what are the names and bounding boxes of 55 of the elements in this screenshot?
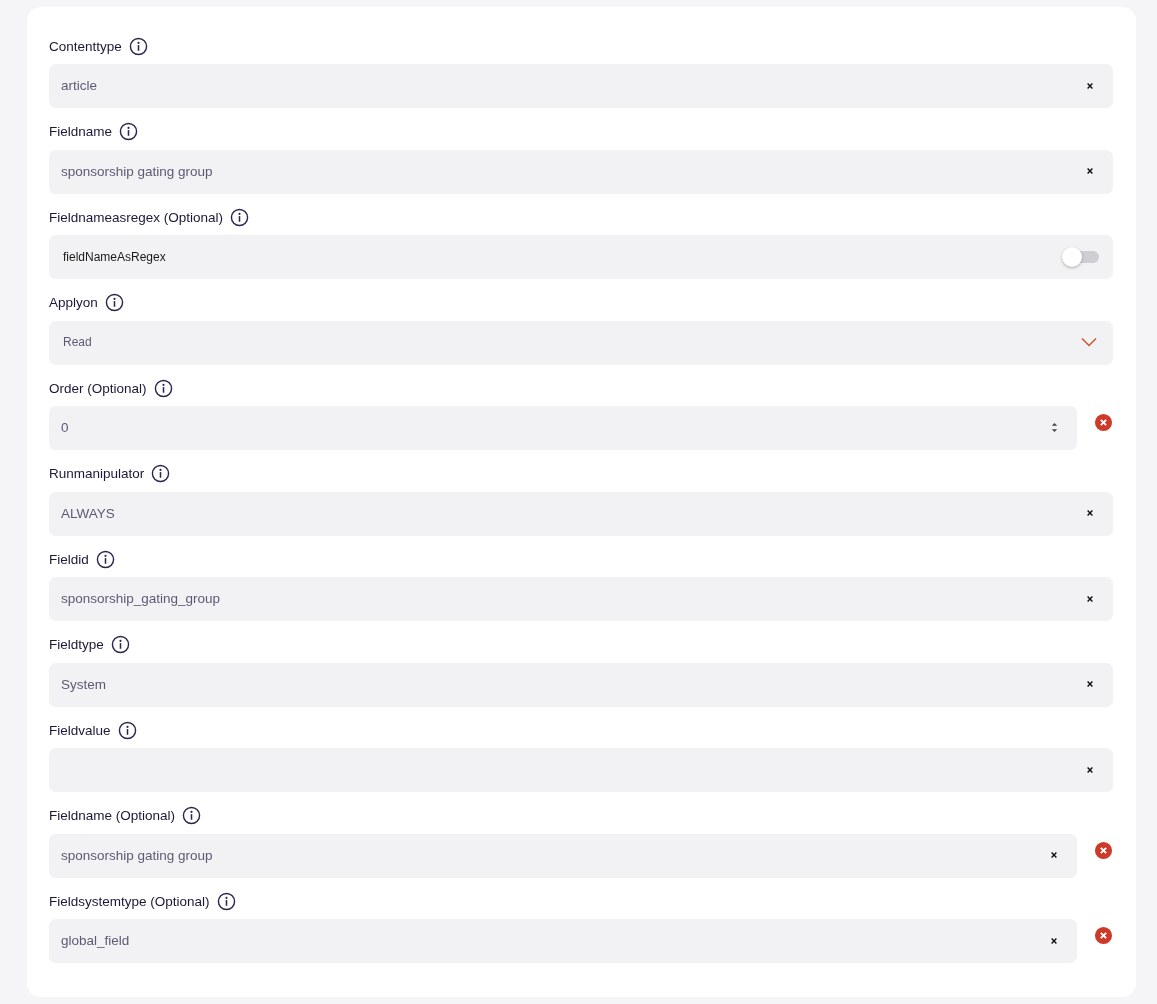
- text-field[interactable]: article: [49, 64, 1113, 107]
- field-value: article: [61, 78, 98, 93]
- field-value: 0: [61, 420, 70, 435]
- clear-icon[interactable]: [1086, 509, 1094, 517]
- info-icon[interactable]: [153, 378, 173, 398]
- field-label: Fieldnameasregex (Optional): [49, 209, 224, 225]
- number-field[interactable]: 0: [49, 406, 1077, 449]
- info-icon[interactable]: [216, 891, 236, 911]
- clear-icon[interactable]: [1086, 680, 1094, 688]
- remove-icon[interactable]: [1094, 413, 1113, 432]
- text-field[interactable]: sponsorship gating group: [49, 149, 1113, 193]
- text-field[interactable]: sponsorship gating group: [49, 833, 1077, 877]
- info-icon[interactable]: [104, 293, 124, 312]
- chevron-down-icon[interactable]: [1081, 337, 1097, 347]
- field-label: Contenttype: [49, 38, 122, 54]
- clear-icon[interactable]: [1050, 851, 1058, 859]
- info-icon[interactable]: [128, 36, 148, 56]
- toggle-label: fieldNameAsRegex: [62, 249, 167, 264]
- clear-icon[interactable]: [1086, 765, 1094, 774]
- info-icon[interactable]: [117, 720, 137, 740]
- clear-icon[interactable]: [1086, 594, 1094, 603]
- field-value: System: [61, 676, 107, 692]
- info-icon[interactable]: [151, 464, 171, 483]
- field-label: Fieldid: [49, 551, 89, 567]
- clear-icon[interactable]: [1086, 81, 1094, 90]
- field-label: Applyon: [49, 295, 98, 310]
- select-field[interactable]: Read: [49, 320, 1113, 364]
- field-value: sponsorship_gating_group: [61, 591, 222, 606]
- clear-icon[interactable]: [1050, 936, 1058, 945]
- clear-icon[interactable]: [1086, 167, 1094, 175]
- field-label: Fieldvalue: [49, 722, 111, 738]
- info-icon[interactable]: [230, 207, 250, 227]
- field-label: Fieldtype: [49, 637, 104, 652]
- field-value: sponsorship gating group: [61, 163, 214, 179]
- stepper-icon[interactable]: [1050, 421, 1059, 434]
- remove-icon[interactable]: [1094, 840, 1113, 860]
- field-value: sponsorship gating group: [61, 847, 214, 863]
- field-label: Order (Optional): [49, 380, 147, 396]
- field-value: Read: [62, 335, 93, 349]
- text-field[interactable]: sponsorship_gating_group: [49, 577, 1113, 620]
- info-icon[interactable]: [110, 635, 130, 654]
- text-field[interactable]: ALWAYS: [49, 491, 1113, 535]
- text-field[interactable]: System: [49, 662, 1113, 706]
- field-value: ALWAYS: [61, 505, 116, 521]
- remove-icon[interactable]: [1094, 926, 1113, 945]
- info-icon[interactable]: [119, 122, 139, 141]
- text-field[interactable]: [49, 748, 1113, 791]
- info-icon[interactable]: [182, 806, 202, 825]
- field-label: Runmanipulator: [49, 466, 145, 481]
- field-value: global_field: [61, 933, 131, 948]
- field-label: Fieldname (Optional): [49, 808, 176, 823]
- text-field[interactable]: global_field: [49, 919, 1077, 962]
- field-label: Fieldsystemtype (Optional): [49, 893, 210, 909]
- info-icon[interactable]: [95, 549, 115, 569]
- field-label: Fieldname: [49, 124, 113, 139]
